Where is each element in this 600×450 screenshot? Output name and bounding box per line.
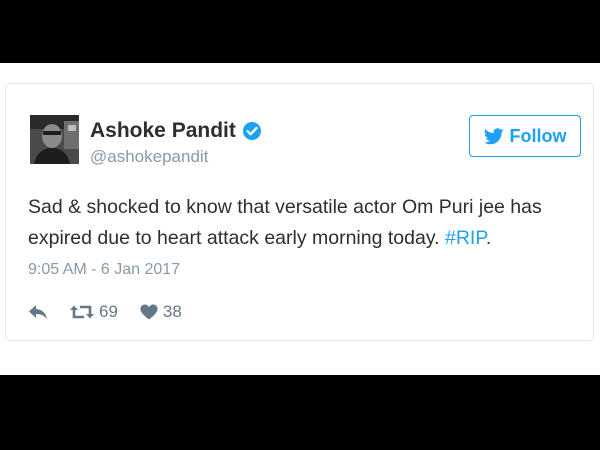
author-display-name[interactable]: Ashoke Pandit	[90, 119, 236, 143]
hashtag-link[interactable]: #RIP	[445, 227, 486, 249]
verified-badge-icon	[242, 122, 261, 140]
reply-button[interactable]	[28, 304, 48, 320]
like-button[interactable]: 38	[140, 302, 182, 322]
like-count: 38	[162, 302, 182, 321]
tweet-card: Ashoke Pandit @ashokepandit Follow Sad &…	[5, 83, 594, 341]
twitter-bird-icon	[483, 127, 504, 144]
retweet-button[interactable]: 69	[70, 302, 118, 322]
avatar-photo	[30, 115, 79, 164]
tweet-text: Sad & shocked to know that versatile act…	[28, 192, 583, 254]
tweet-text-end: .	[485, 227, 492, 249]
avatar[interactable]	[30, 115, 79, 164]
author-name-row: Ashoke Pandit	[90, 119, 262, 143]
author-handle[interactable]: @ashokepandit	[90, 147, 208, 167]
tweet-timestamp[interactable]: 9:05 AM - 6 Jan 2017	[28, 261, 180, 279]
follow-button-label: Follow	[509, 125, 567, 146]
retweet-icon	[70, 305, 94, 319]
follow-button[interactable]: Follow	[469, 115, 581, 157]
tweet-embed-area: Ashoke Pandit @ashokepandit Follow Sad &…	[0, 63, 600, 375]
heart-icon	[140, 304, 158, 320]
tweet-actions: 69 38	[28, 300, 204, 324]
retweet-count: 69	[99, 302, 118, 321]
reply-icon	[29, 305, 47, 319]
